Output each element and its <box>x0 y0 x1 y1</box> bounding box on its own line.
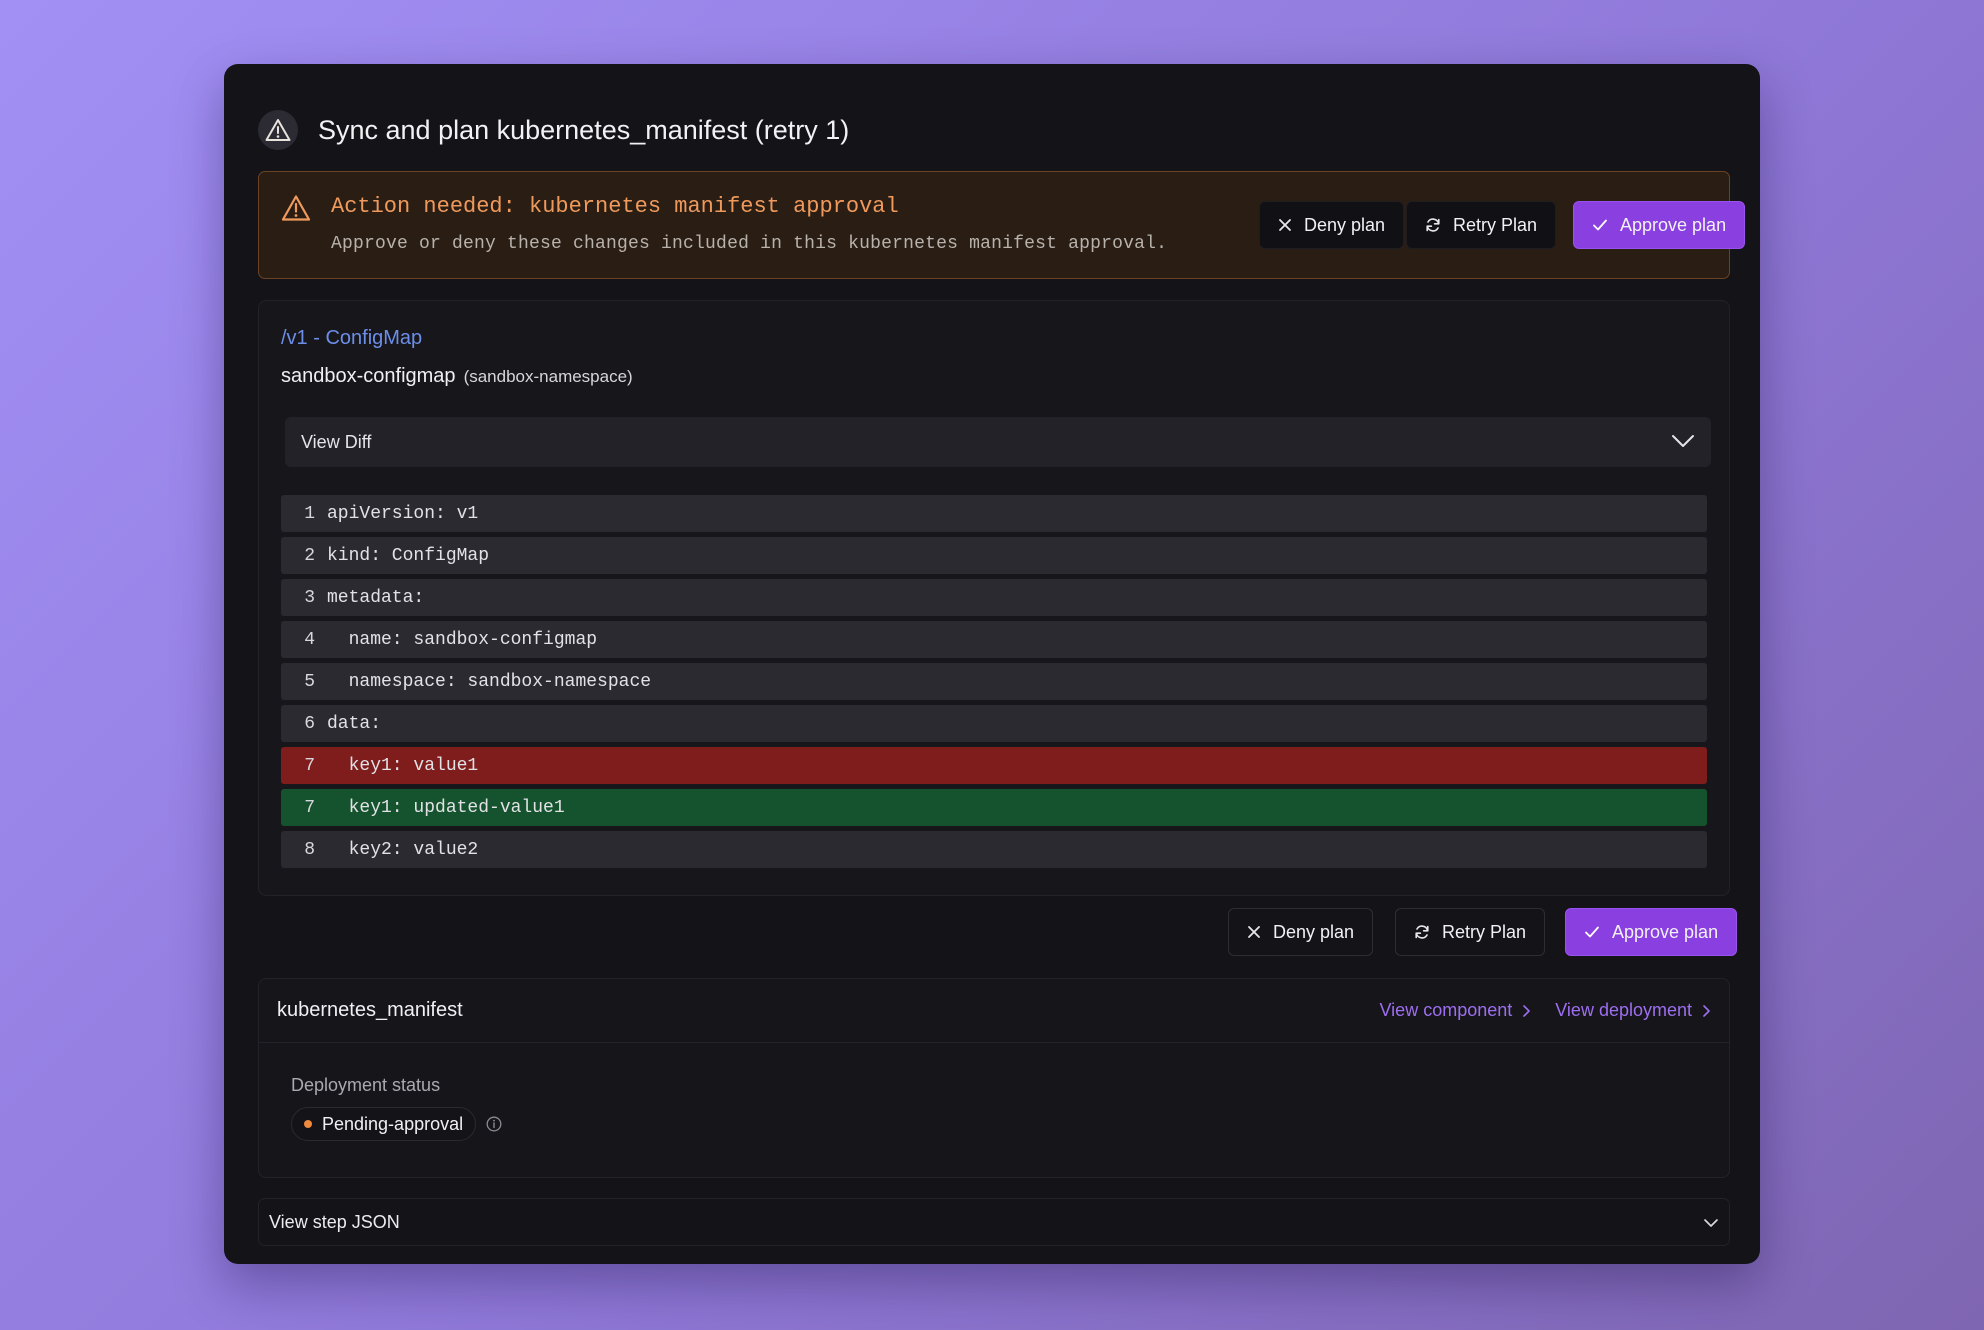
line-content: key2: value2 <box>327 839 479 860</box>
status-dot <box>304 1120 312 1128</box>
line-number: 1 <box>304 503 315 524</box>
approve-plan-label: Approve plan <box>1612 921 1719 942</box>
line-content: key1: value1 <box>327 755 479 776</box>
diff-line: 2 kind: ConfigMap <box>281 537 1707 574</box>
close-icon <box>1247 925 1261 939</box>
retry-plan-button-bottom[interactable]: Retry Plan <box>1395 908 1546 956</box>
deployment-status-row: Pending-approval <box>291 1107 502 1141</box>
line-content: apiVersion: v1 <box>327 503 479 524</box>
resource-name: sandbox-configmap <box>281 365 456 387</box>
view-diff-toggle[interactable]: View Diff <box>285 417 1711 467</box>
line-number: 5 <box>304 671 315 692</box>
component-links: View component View deployment <box>1356 1000 1712 1021</box>
chevron-right-icon <box>1522 1004 1531 1018</box>
approve-plan-label: Approve plan <box>1620 214 1727 235</box>
refresh-icon <box>1414 924 1430 940</box>
view-deployment-link[interactable]: View deployment <box>1555 1000 1711 1021</box>
line-number: 4 <box>304 629 315 650</box>
resource-namespace: (sandbox-namespace) <box>463 367 633 386</box>
info-icon[interactable] <box>486 1116 502 1132</box>
line-number: 8 <box>304 839 315 860</box>
line-content: name: sandbox-configmap <box>327 629 598 650</box>
status-badge: Pending-approval <box>291 1107 477 1141</box>
refresh-icon <box>1425 217 1441 233</box>
line-content: namespace: sandbox-namespace <box>327 671 652 692</box>
diff-line: 8 key2: value2 <box>281 831 1707 868</box>
deny-plan-label: Deny plan <box>1304 214 1386 235</box>
diff-line: 4 name: sandbox-configmap <box>281 621 1707 658</box>
diff-line-added: 7 key1: updated-value1 <box>281 789 1707 826</box>
approve-plan-button[interactable]: Approve plan <box>1573 201 1746 249</box>
line-content: data: <box>327 713 382 734</box>
component-card: kubernetes_manifest View component View … <box>258 978 1730 1178</box>
resource-card: /v1 - ConfigMap sandbox-configmap (sandbo… <box>258 300 1730 896</box>
line-number: 3 <box>304 587 315 608</box>
component-header: kubernetes_manifest View component View … <box>259 979 1729 1043</box>
alert-warning-icon <box>281 194 311 227</box>
chevron-down-icon <box>1703 1212 1719 1233</box>
chevron-right-icon <box>1702 1004 1711 1018</box>
resource-api-link[interactable]: /v1 - ConfigMap <box>281 327 422 350</box>
alert-description: Approve or deny these changes included i… <box>331 234 1168 254</box>
diff-line-removed: 7 key1: value1 <box>281 747 1707 784</box>
line-content: kind: ConfigMap <box>327 545 490 566</box>
deny-plan-button[interactable]: Deny plan <box>1259 201 1405 249</box>
chevron-down-icon <box>1671 432 1695 453</box>
retry-plan-button[interactable]: Retry Plan <box>1406 201 1557 249</box>
warning-icon <box>258 110 298 150</box>
close-icon <box>1278 218 1292 232</box>
view-deployment-label: View deployment <box>1555 1000 1692 1020</box>
deny-plan-button-bottom[interactable]: Deny plan <box>1228 908 1374 956</box>
deployment-status-label: Deployment status <box>291 1075 441 1095</box>
line-content: metadata: <box>327 587 425 608</box>
line-content: key1: updated-value1 <box>327 797 565 818</box>
step-panel: Sync and plan kubernetes_manifest (retry… <box>224 64 1760 1264</box>
view-diff-label: View Diff <box>301 431 372 452</box>
diff-code-block: 1 apiVersion: v1 2 kind: ConfigMap 3 metadata… <box>281 495 1707 873</box>
view-step-json-label: View step JSON <box>269 1211 400 1232</box>
diff-line: 1 apiVersion: v1 <box>281 495 1707 532</box>
check-icon <box>1584 925 1600 939</box>
retry-plan-label: Retry Plan <box>1453 214 1538 235</box>
view-component-label: View component <box>1379 1000 1513 1020</box>
check-icon <box>1592 218 1608 232</box>
line-number: 7 <box>304 797 315 818</box>
resource-name-row: sandbox-configmap (sandbox-namespace) <box>281 365 633 388</box>
retry-plan-label: Retry Plan <box>1442 921 1527 942</box>
view-component-link[interactable]: View component <box>1380 1000 1532 1021</box>
diff-line: 3 metadata: <box>281 579 1707 616</box>
line-number: 2 <box>304 545 315 566</box>
step-header: Sync and plan kubernetes_manifest (retry… <box>258 108 849 152</box>
diff-line: 6 data: <box>281 705 1707 742</box>
deny-plan-label: Deny plan <box>1273 921 1355 942</box>
approve-plan-button-bottom[interactable]: Approve plan <box>1565 908 1738 956</box>
line-number: 6 <box>304 713 315 734</box>
alert-title: Action needed: kubernetes manifest appro… <box>331 194 899 219</box>
component-title: kubernetes_manifest <box>277 999 463 1021</box>
page-title: Sync and plan kubernetes_manifest (retry… <box>318 114 850 145</box>
diff-line: 5 namespace: sandbox-namespace <box>281 663 1707 700</box>
status-badge-label: Pending-approval <box>322 1113 464 1134</box>
view-step-json-toggle[interactable]: View step JSON <box>258 1198 1730 1246</box>
approval-alert: Action needed: kubernetes manifest appro… <box>258 171 1746 279</box>
line-number: 7 <box>304 755 315 776</box>
